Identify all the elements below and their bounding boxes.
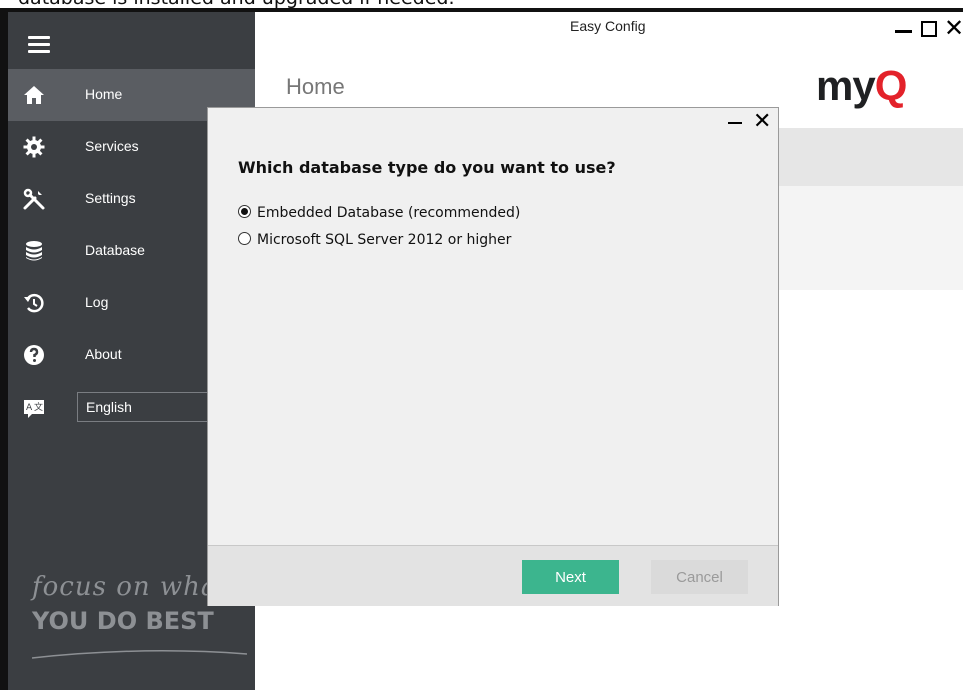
content-panel (778, 186, 963, 290)
myq-logo: myQ (816, 62, 908, 110)
database-icon (26, 241, 42, 261)
hamburger-menu-icon[interactable] (28, 36, 50, 57)
gear-icon (23, 136, 45, 158)
logo-text: my (816, 62, 876, 109)
sidebar-item-label: Settings (85, 190, 136, 206)
option-embedded-database[interactable]: Embedded Database (recommended) (238, 205, 520, 221)
language-value: English (86, 399, 132, 415)
logo-accent-text: Q (874, 62, 908, 109)
next-button[interactable]: Next (522, 560, 619, 594)
sidebar-item-label: Database (85, 242, 145, 258)
sidebar-item-label: Log (85, 294, 109, 310)
slogan-line-2: YOU DO BEST (32, 607, 214, 635)
content-header-band (778, 128, 963, 186)
database-type-dialog: ✕ Which database type do you want to use… (207, 107, 779, 606)
radio-selected-icon[interactable] (238, 205, 251, 218)
dialog-question: Which database type do you want to use? (238, 158, 616, 177)
dialog-footer: Next Cancel (208, 545, 778, 606)
radio-unselected-icon[interactable] (238, 232, 251, 245)
tools-icon (23, 188, 45, 210)
close-button[interactable]: ✕ (944, 14, 963, 42)
option-label: Embedded Database (recommended) (257, 205, 521, 221)
dialog-minimize-button[interactable] (728, 122, 742, 124)
home-icon (24, 86, 44, 104)
slogan-line-1: focus on wha (32, 572, 218, 602)
option-label: Microsoft SQL Server 2012 or higher (257, 232, 512, 248)
translate-icon: A文 (24, 400, 44, 418)
window-title: Easy Config (570, 18, 646, 34)
option-sql-server[interactable]: Microsoft SQL Server 2012 or higher (238, 232, 511, 248)
window-left-border (0, 12, 8, 690)
svg-text:A: A (26, 403, 33, 413)
sidebar-item-label: Services (85, 138, 139, 154)
page-title: Home (286, 74, 345, 99)
cancel-button[interactable]: Cancel (651, 560, 748, 594)
slogan-swoosh (32, 650, 247, 659)
question-icon (24, 345, 44, 365)
sidebar-item-label: About (85, 346, 122, 362)
minimize-button[interactable] (895, 30, 912, 33)
svg-text:文: 文 (34, 401, 43, 413)
dialog-close-button[interactable]: ✕ (753, 109, 771, 134)
maximize-button[interactable] (921, 21, 937, 37)
sidebar-item-label: Home (85, 86, 123, 102)
history-icon (24, 293, 44, 313)
